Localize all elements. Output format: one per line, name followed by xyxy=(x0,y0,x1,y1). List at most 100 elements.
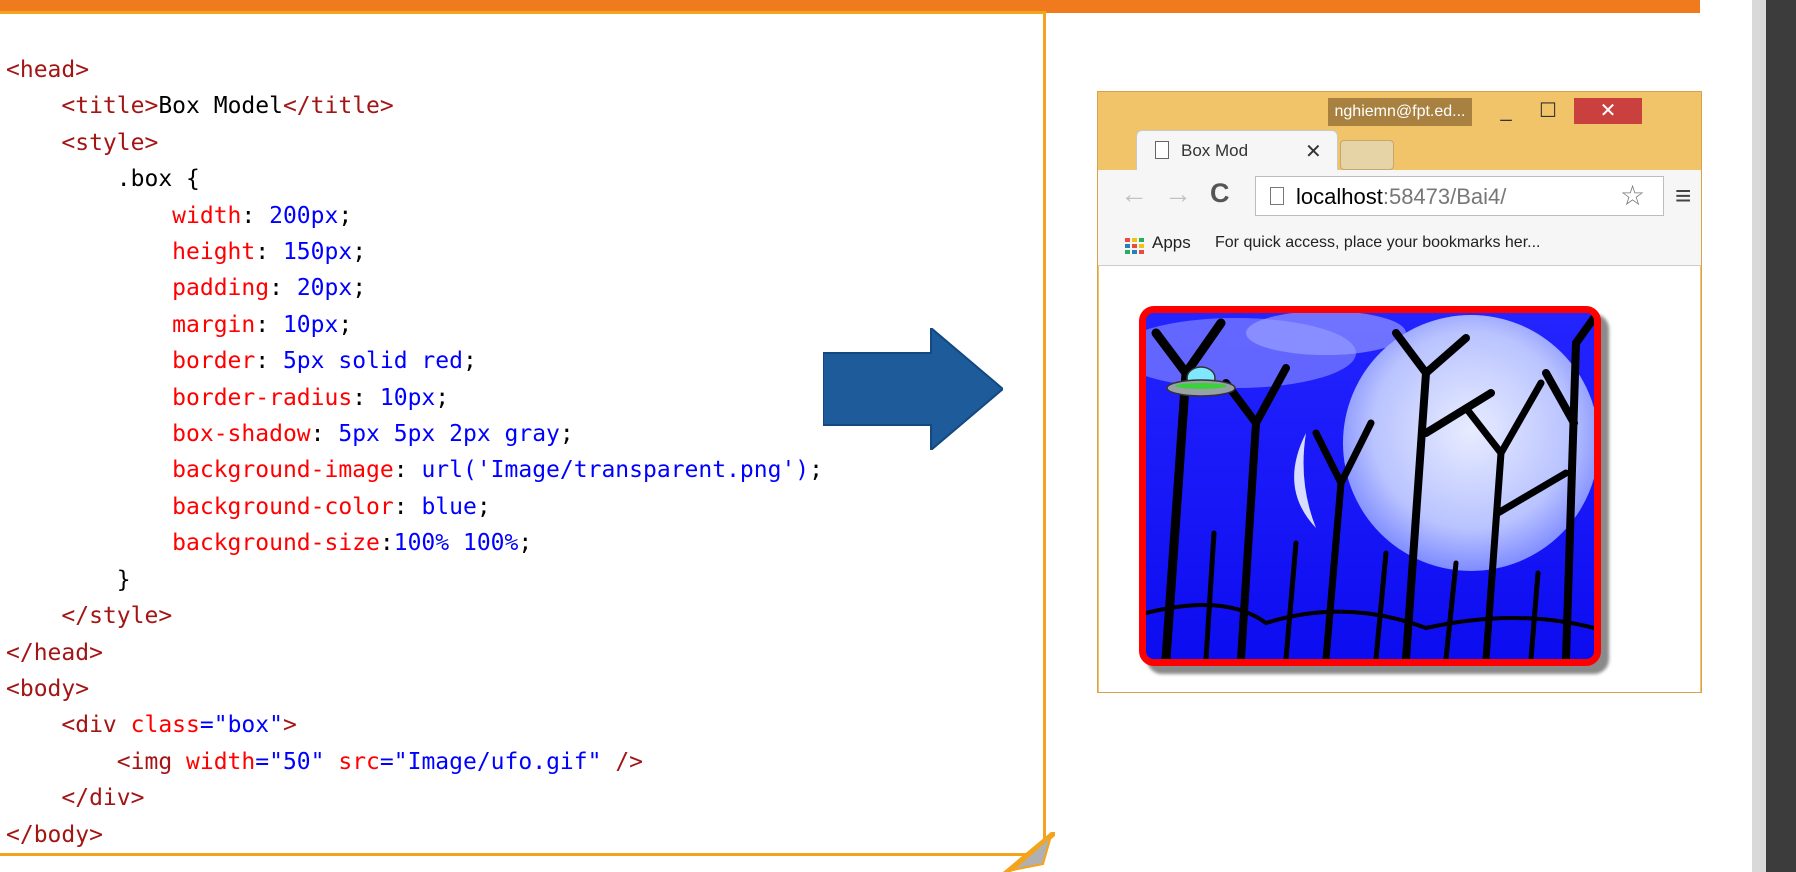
bookmarks-hint: For quick access, place your bookmarks h… xyxy=(1215,234,1541,251)
code-token: ; xyxy=(338,311,353,338)
url-path: :58473/Bai4/ xyxy=(1382,184,1507,209)
url-host: localhost xyxy=(1296,184,1383,209)
profile-badge[interactable]: nghiemn@fpt.ed... xyxy=(1328,98,1472,126)
code-token: 10px xyxy=(282,311,339,338)
reload-button[interactable]: C xyxy=(1210,178,1230,209)
tab-close-button[interactable]: ✕ xyxy=(1305,139,1322,164)
maximize-button[interactable]: ☐ xyxy=(1528,98,1568,124)
code-token: ; xyxy=(338,202,353,229)
tab-title: Box Mod xyxy=(1181,141,1249,160)
new-tab-button[interactable] xyxy=(1340,140,1394,170)
code-token: 5px 5px 2px gray xyxy=(338,421,560,448)
code-line: margin: 10px; xyxy=(6,307,823,343)
code-token: > xyxy=(282,712,297,739)
code-token: .box { xyxy=(6,166,200,193)
code-line: <div class="box"> xyxy=(6,707,823,743)
page-icon xyxy=(1270,187,1284,205)
code-token: ; xyxy=(559,421,574,448)
code-token: ="box" xyxy=(199,712,283,739)
browser-window: nghiemn@fpt.ed... _ ☐ ✕ Box Mod ✕ ← → C … xyxy=(1097,91,1702,693)
code-token: blue xyxy=(421,493,477,520)
back-button[interactable]: ← xyxy=(1120,178,1148,210)
code-token: ; xyxy=(476,493,491,520)
code-token: : xyxy=(241,202,270,229)
code-token: border-radius xyxy=(6,384,353,411)
code-token: width xyxy=(172,748,256,775)
code-line: background-image: url('Image/transparent… xyxy=(6,452,823,488)
code-token: : xyxy=(352,384,380,411)
code-line: <body> xyxy=(6,671,823,707)
code-token: : xyxy=(393,457,422,484)
code-line: } xyxy=(6,562,823,598)
code-line: background-color: blue; xyxy=(6,489,823,525)
code-line: height: 150px; xyxy=(6,234,823,270)
minimize-button[interactable]: _ xyxy=(1486,98,1526,124)
star-icon[interactable]: ☆ xyxy=(1620,179,1645,212)
code-token: background-color xyxy=(6,493,394,520)
code-line: </body> xyxy=(6,817,823,853)
code-listing: <head> <title>Box Model</title> <style> … xyxy=(6,52,823,853)
code-token: width xyxy=(6,202,242,229)
night-forest-image xyxy=(1146,313,1594,659)
apps-link[interactable]: Apps xyxy=(1152,233,1191,253)
code-token: margin xyxy=(6,311,256,338)
code-token: 20px xyxy=(296,275,353,302)
code-line: <head> xyxy=(6,52,823,88)
forward-button[interactable]: → xyxy=(1164,178,1192,210)
code-token: border xyxy=(6,348,256,375)
apps-grid-icon[interactable] xyxy=(1125,238,1145,254)
code-token: ; xyxy=(809,457,824,484)
code-token: ="50" xyxy=(255,748,325,775)
code-token: ="Image/ufo.gif" xyxy=(379,748,602,775)
code-token: 100% 100% xyxy=(393,530,519,557)
code-token: : xyxy=(379,530,394,557)
code-token: <img xyxy=(116,748,173,775)
code-token: </div> xyxy=(61,785,145,812)
code-token: box-shadow xyxy=(6,421,311,448)
code-line: padding: 20px; xyxy=(6,270,823,306)
bookmarks-bar: Apps For quick access, place your bookma… xyxy=(1098,222,1701,266)
code-token: 5px solid red xyxy=(282,348,463,375)
code-token: 200px xyxy=(269,202,339,229)
code-token: class xyxy=(116,712,200,739)
menu-icon[interactable]: ≡ xyxy=(1675,180,1691,212)
code-token: } xyxy=(6,566,131,593)
code-token: 150px xyxy=(282,239,353,266)
code-token: ; xyxy=(462,348,477,375)
code-token: ; xyxy=(352,275,367,302)
code-token: ; xyxy=(352,239,367,266)
tab-box-model[interactable]: Box Mod ✕ xyxy=(1136,130,1338,171)
code-line: background-size:100% 100%; xyxy=(6,525,823,561)
code-token: background-size xyxy=(6,530,380,557)
box-model-demo xyxy=(1139,306,1601,666)
code-token: : xyxy=(393,493,422,520)
close-button[interactable]: ✕ xyxy=(1574,98,1642,124)
code-token: background-image xyxy=(6,457,394,484)
code-token: : xyxy=(310,421,339,448)
page-curl-icon xyxy=(1003,832,1055,872)
code-token: <body> xyxy=(6,675,90,702)
arrow-right-icon xyxy=(823,328,1003,450)
code-token: src xyxy=(324,748,380,775)
code-token: ; xyxy=(435,384,450,411)
code-line: .box { xyxy=(6,161,823,197)
code-token: <style> xyxy=(61,129,159,156)
code-token: </style> xyxy=(61,603,173,630)
code-token: Box Model xyxy=(158,93,283,120)
code-line: <img width="50" src="Image/ufo.gif" /> xyxy=(6,744,823,780)
code-token: : xyxy=(255,239,283,266)
code-line: box-shadow: 5px 5px 2px gray; xyxy=(6,416,823,452)
browser-toolbar: ← → C localhost:58473/Bai4/ ☆ ≡ xyxy=(1098,170,1701,222)
code-token: : xyxy=(255,311,283,338)
code-token: : xyxy=(255,348,283,375)
code-token: <head> xyxy=(6,57,90,83)
code-line: <style> xyxy=(6,125,823,161)
code-token: </title> xyxy=(282,93,394,120)
address-bar[interactable]: localhost:58473/Bai4/ ☆ xyxy=(1255,176,1664,216)
document-icon xyxy=(1155,141,1169,159)
